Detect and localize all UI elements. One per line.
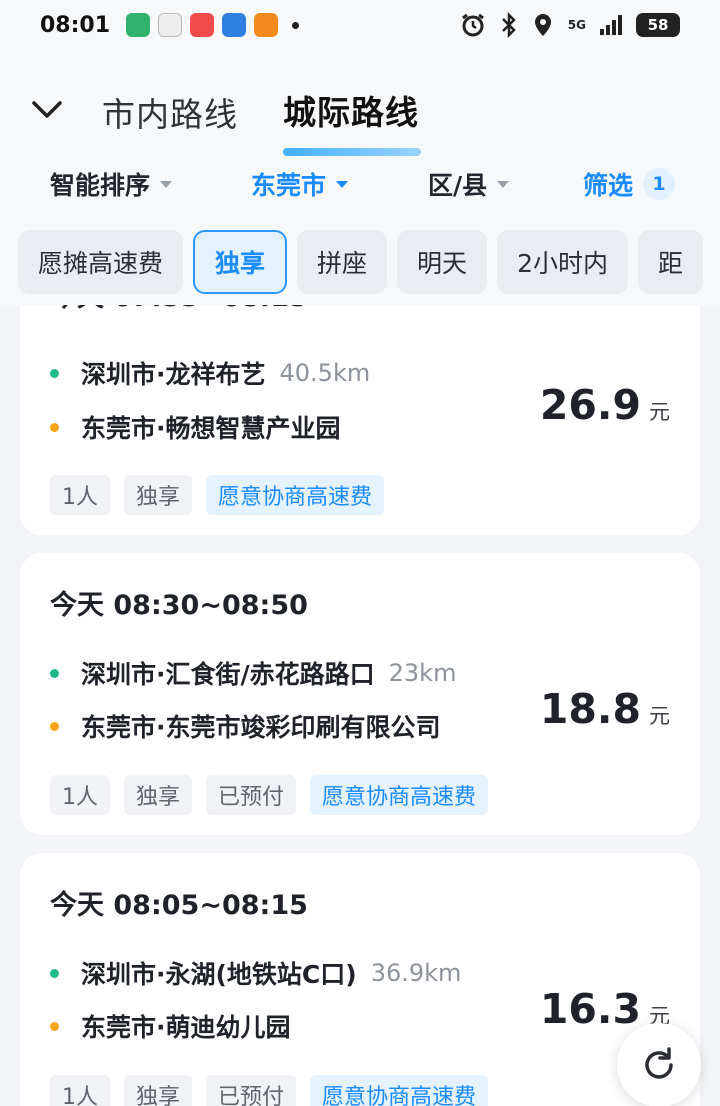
refresh-icon xyxy=(645,1047,673,1079)
chip-tomorrow[interactable]: 明天 xyxy=(397,230,488,294)
network-label: 5G xyxy=(567,18,586,32)
origin-dot-icon xyxy=(50,668,59,678)
destination-text: 东莞市·东莞市竣彩印刷有限公司 xyxy=(81,713,441,742)
price: 18.8 元 xyxy=(540,685,670,733)
origin-text: 深圳市·汇食街/赤花路路口 xyxy=(81,660,375,689)
city-label: 东莞市 xyxy=(251,171,327,200)
tab-intercity-route[interactable]: 城际路线 xyxy=(283,86,419,134)
origin-line: 深圳市·龙祥布艺 40.5km xyxy=(50,355,370,391)
alarm-icon xyxy=(461,13,484,37)
tag-toll-negotiable: 愿意协商高速费 xyxy=(310,775,489,815)
sort-label: 智能排序 xyxy=(50,171,151,200)
order-tags: 1人 独享 已预付 愿意协商高速费 xyxy=(50,775,489,815)
chip-distance[interactable]: 距 xyxy=(637,230,703,294)
price-unit: 元 xyxy=(649,400,670,424)
sort-dropdown[interactable]: 智能排序 xyxy=(50,166,173,202)
price-value: 26.9 xyxy=(539,381,641,429)
car-app-icon xyxy=(222,13,247,37)
active-tab-indicator xyxy=(283,148,421,156)
refresh-button[interactable] xyxy=(617,1023,701,1106)
tag-toll-negotiable: 愿意协商高速费 xyxy=(310,1075,489,1106)
destination-line: 东莞市·畅想智慧产业园 xyxy=(50,409,341,445)
battery-level: 58 xyxy=(647,16,669,34)
location-icon xyxy=(534,14,551,36)
status-time: 08:01 xyxy=(40,12,111,38)
screen-filter-button[interactable]: 筛选 1 xyxy=(583,166,676,202)
origin-text: 深圳市·龙祥布艺 xyxy=(81,360,266,389)
price-value: 18.8 xyxy=(539,685,641,733)
destination-text: 东莞市·萌迪幼儿园 xyxy=(81,1013,291,1042)
red-app-icon xyxy=(190,13,215,37)
more-notifications-dot xyxy=(292,21,300,29)
filter-bar: 智能排序 东莞市 区/县 筛选 1 xyxy=(0,160,720,204)
notification-icons xyxy=(126,13,300,37)
price-unit: 元 xyxy=(649,704,670,728)
order-time: 今天 08:30~08:50 xyxy=(50,590,308,621)
order-tags: 1人 独享 愿意协商高速费 xyxy=(50,475,385,515)
destination-line: 东莞市·萌迪幼儿园 xyxy=(50,1008,291,1044)
header: 市内路线 城际路线 智能排序 东莞市 区/县 筛选 1 愿摊高速费 独享 拼座 … xyxy=(0,50,720,305)
tag-toll-negotiable: 愿意协商高速费 xyxy=(206,475,385,515)
city-dropdown[interactable]: 东莞市 xyxy=(251,166,349,202)
tag-exclusive: 独享 xyxy=(124,775,193,815)
district-dropdown[interactable]: 区/县 xyxy=(428,166,510,202)
district-label: 区/县 xyxy=(428,171,488,200)
distance-text: 36.9km xyxy=(370,959,462,987)
destination-dot-icon xyxy=(50,1021,59,1031)
battery-icon: 58 xyxy=(636,13,680,37)
tab-city-route[interactable]: 市内路线 xyxy=(102,88,238,136)
distance-text: 40.5km xyxy=(279,359,371,387)
order-card[interactable]: 今天 07:55~08:15 深圳市·龙祥布艺 40.5km 东莞市·畅想智慧产… xyxy=(20,305,700,535)
caret-down-icon xyxy=(160,180,173,188)
quick-filter-chips: 愿摊高速费 独享 拼座 明天 2小时内 距 xyxy=(18,230,703,294)
order-tags: 1人 独享 已预付 愿意协商高速费 xyxy=(50,1075,489,1106)
price: 26.9 元 xyxy=(540,381,670,429)
tag-prepaid: 已预付 xyxy=(206,775,297,815)
tag-exclusive: 独享 xyxy=(124,475,193,515)
order-list: 今天 07:55~08:15 深圳市·龙祥布艺 40.5km 东莞市·畅想智慧产… xyxy=(0,305,720,1106)
signal-icon xyxy=(600,15,622,35)
orange-app-icon xyxy=(254,13,279,37)
tag-prepaid: 已预付 xyxy=(206,1075,297,1106)
filter-count-badge: 1 xyxy=(643,168,676,200)
origin-dot-icon xyxy=(50,968,59,978)
chevron-down-icon[interactable] xyxy=(30,92,64,126)
origin-line: 深圳市·永湖(地铁站C口) 36.9km xyxy=(50,955,461,991)
origin-line: 深圳市·汇食街/赤花路路口 23km xyxy=(50,655,456,691)
destination-dot-icon xyxy=(50,422,59,432)
caret-down-icon xyxy=(497,180,510,188)
destination-line: 东莞市·东莞市竣彩印刷有限公司 xyxy=(50,708,441,744)
tag-passengers: 1人 xyxy=(50,475,110,515)
tag-passengers: 1人 xyxy=(50,1075,110,1106)
origin-dot-icon xyxy=(50,368,59,378)
order-card[interactable]: 今天 08:05~08:15 深圳市·永湖(地铁站C口) 36.9km 东莞市·… xyxy=(20,853,700,1106)
bluetooth-icon xyxy=(501,12,516,38)
order-time: 今天 08:05~08:15 xyxy=(50,890,308,921)
chip-toll-share[interactable]: 愿摊高速费 xyxy=(18,230,184,294)
chip-exclusive[interactable]: 独享 xyxy=(193,230,288,294)
tag-passengers: 1人 xyxy=(50,775,110,815)
price-value: 16.3 xyxy=(539,985,641,1033)
home-app-icon xyxy=(126,13,151,37)
screen-label: 筛选 xyxy=(583,171,634,200)
chip-carpool[interactable]: 拼座 xyxy=(297,230,388,294)
status-bar: 08:01 5G 58 xyxy=(0,0,720,50)
clock-app-icon xyxy=(158,13,183,37)
order-time: 今天 07:55~08:15 xyxy=(50,305,308,314)
caret-down-icon xyxy=(336,180,349,188)
chip-within-2h[interactable]: 2小时内 xyxy=(497,230,628,294)
destination-text: 东莞市·畅想智慧产业园 xyxy=(81,414,341,443)
destination-dot-icon xyxy=(50,721,59,731)
tag-exclusive: 独享 xyxy=(124,1075,193,1106)
order-card[interactable]: 今天 08:30~08:50 深圳市·汇食街/赤花路路口 23km 东莞市·东莞… xyxy=(20,553,700,835)
route-tabs: 市内路线 城际路线 xyxy=(0,80,720,156)
origin-text: 深圳市·永湖(地铁站C口) xyxy=(81,960,357,989)
distance-text: 23km xyxy=(388,659,457,687)
